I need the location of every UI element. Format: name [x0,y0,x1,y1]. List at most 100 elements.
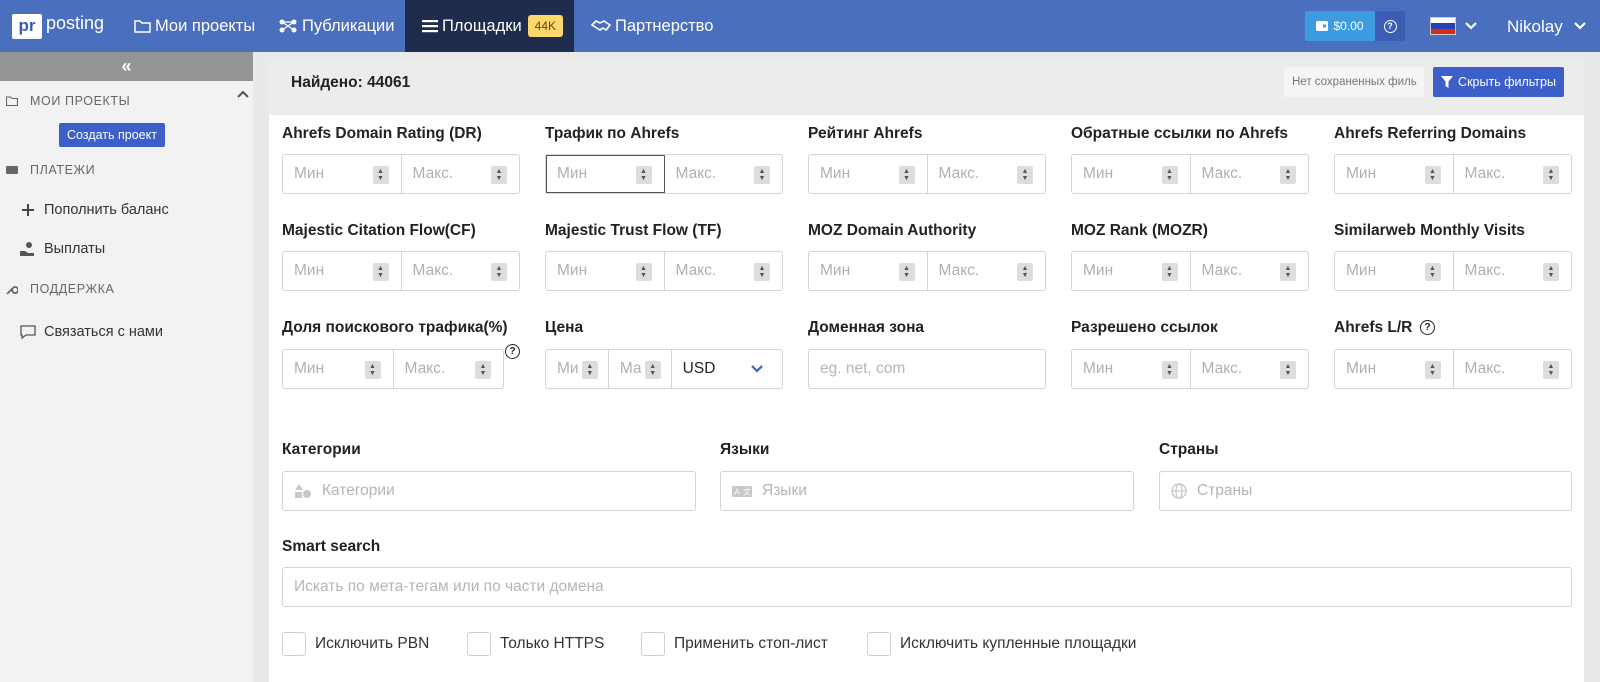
checkbox-exclude-pbn[interactable]: Исключить PBN [282,632,429,656]
stepper-icon[interactable]: ▲ ▼ [581,361,598,379]
stepper-icon[interactable]: ▲ ▼ [372,263,389,281]
stepper-icon[interactable]: ▲ ▼ [644,361,661,379]
max-input[interactable]: Макс. ▲ ▼ [665,252,783,290]
max-input[interactable]: Макс. ▲ ▼ [1454,155,1572,193]
min-input[interactable]: Мин ▲ ▼ [1072,350,1191,388]
min-input[interactable]: Мин ▲ ▼ [809,252,928,290]
logo[interactable]: pr posting [12,13,104,39]
stepper-icon[interactable]: ▲ ▼ [1161,166,1178,184]
stepper-icon[interactable]: ▲ ▼ [898,166,915,184]
nav-platforms[interactable]: Площадки 44K [405,0,574,52]
min-input[interactable]: Мин ▲ ▼ [1072,155,1191,193]
max-input[interactable]: Макс. ▲ ▼ [394,350,504,388]
checkbox-box[interactable] [282,632,306,656]
stepper-icon[interactable]: ▲ ▼ [1161,263,1178,281]
nav-publications[interactable]: Публикации [278,0,395,52]
max-input[interactable]: Макс. ▲ ▼ [1191,350,1309,388]
countries-select[interactable]: Страны [1159,471,1572,511]
hand-coin-icon [0,241,44,257]
checkbox-box[interactable] [467,632,491,656]
stepper-icon[interactable]: ▲ ▼ [1424,263,1441,281]
stepper-icon[interactable]: ▲ ▼ [491,263,507,281]
nav-partnership[interactable]: Партнерство [591,0,713,52]
sidebar-item-payouts[interactable]: Выплаты [0,241,105,257]
stepper-icon[interactable]: ▲ ▼ [1161,361,1178,379]
chevron-down-icon[interactable] [1573,19,1587,33]
stepper-icon[interactable]: ▲ ▼ [1543,263,1559,281]
max-input[interactable]: Макс. ▲ ▼ [928,155,1046,193]
stepper-icon[interactable]: ▲ ▼ [372,166,389,184]
stepper-icon[interactable]: ▲ ▼ [1543,361,1559,379]
help-button[interactable]: ? [1375,11,1405,41]
languages-select[interactable]: A文 Языки [720,471,1134,511]
stepper-icon[interactable]: ▲ ▼ [1424,166,1441,184]
nav-my-projects[interactable]: Мои проекты [134,0,255,52]
min-input[interactable]: Мин ▲ ▼ [1335,350,1454,388]
sidebar-item-contact[interactable]: Связаться с нами [0,324,163,340]
min-input[interactable]: Мин ▲ ▼ [546,252,665,290]
collapse-sidebar-button[interactable]: « [0,52,253,81]
max-input[interactable]: Макс. ▲ ▼ [402,252,520,290]
max-input[interactable]: Макс. ▲ ▼ [665,155,783,193]
checkbox-exclude-bought[interactable]: Исключить купленные площадки [867,632,1136,656]
hide-filters-button[interactable]: Скрыть фильтры [1433,67,1564,97]
min-input[interactable]: Мин ▲ ▼ [1072,252,1191,290]
min-input[interactable]: Мин ▲ ▼ [283,350,394,388]
min-input[interactable]: Мин ▲ ▼ [283,252,402,290]
checkbox-apply-stoplist[interactable]: Применить стоп-лист [641,632,828,656]
help-icon[interactable]: ? [1420,320,1435,335]
stepper-icon[interactable]: ▲ ▼ [1280,263,1296,281]
stepper-icon[interactable]: ▲ ▼ [475,361,491,379]
filter-label: Разрешено ссылок [1071,319,1218,336]
max-input[interactable]: Макс. ▲ ▼ [1191,155,1309,193]
min-input[interactable]: Мин ▲ ▼ [809,155,928,193]
min-input[interactable]: Мин ▲ ▼ [283,155,402,193]
max-input[interactable]: Макс. ▲ ▼ [1454,252,1572,290]
stepper-icon[interactable]: ▲ ▼ [635,166,652,184]
max-input[interactable]: Ма ▲ ▼ [609,350,672,388]
min-input[interactable]: Мин ▲ ▼ [546,155,665,193]
stepper-icon[interactable]: ▲ ▼ [898,263,915,281]
stepper-icon[interactable]: ▲ ▼ [1280,166,1296,184]
max-input[interactable]: Макс. ▲ ▼ [1191,252,1309,290]
stepper-icon[interactable]: ▲ ▼ [1017,263,1033,281]
help-icon[interactable]: ? [505,344,520,359]
range-moz-rank: Мин ▲ ▼ Макс. ▲ ▼ [1071,251,1309,291]
stepper-icon[interactable]: ▲ ▼ [1017,166,1033,184]
stepper-icon[interactable]: ▲ ▼ [491,166,507,184]
min-input[interactable]: Ми ▲ ▼ [546,350,609,388]
sidebar: « МОИ ПРОЕКТЫ Создать проект ПЛАТЕЖИ Поп… [0,52,253,682]
sidebar-item-topup[interactable]: Пополнить баланс [0,202,169,218]
max-input[interactable]: Макс. ▲ ▼ [928,252,1046,290]
currency-select[interactable]: USD [672,350,782,388]
stepper-icon[interactable]: ▲ ▼ [1424,361,1441,379]
smart-search-input[interactable]: Искать по мета-тегам или по части домена [282,567,1572,607]
min-input[interactable]: Мин ▲ ▼ [1335,252,1454,290]
min-input[interactable]: Мин ▲ ▼ [1335,155,1454,193]
checkbox-box[interactable] [641,632,665,656]
checkbox-https-only[interactable]: Только HTTPS [467,632,604,656]
sidebar-heading-projects: МОИ ПРОЕКТЫ [0,94,130,108]
stepper-icon[interactable]: ▲ ▼ [635,263,652,281]
card-icon [6,166,18,174]
stepper-icon[interactable]: ▲ ▼ [364,361,381,379]
max-input[interactable]: Макс. ▲ ▼ [1454,350,1572,388]
chat-icon [0,324,44,340]
results-count: Найдено: 44061 [291,74,411,91]
max-input[interactable]: Макс. ▲ ▼ [402,155,520,193]
checkbox-box[interactable] [867,632,891,656]
stepper-icon[interactable]: ▲ ▼ [754,263,770,281]
chevron-up-icon[interactable] [236,88,250,100]
create-project-button[interactable]: Создать проект [59,123,165,147]
handshake-icon [591,20,611,32]
balance-button[interactable]: $0.00 [1305,11,1375,41]
user-name[interactable]: Nikolay [1507,17,1563,37]
domain-zone-input[interactable]: eg. net, com [808,349,1046,389]
stepper-icon[interactable]: ▲ ▼ [1543,166,1559,184]
chevron-down-icon[interactable] [1464,19,1478,33]
categories-select[interactable]: Категории [282,471,696,511]
stepper-icon[interactable]: ▲ ▼ [754,166,770,184]
saved-filters-select[interactable]: Нет сохраненных филь [1284,67,1424,97]
russia-flag-icon[interactable] [1430,17,1456,35]
stepper-icon[interactable]: ▲ ▼ [1280,361,1296,379]
